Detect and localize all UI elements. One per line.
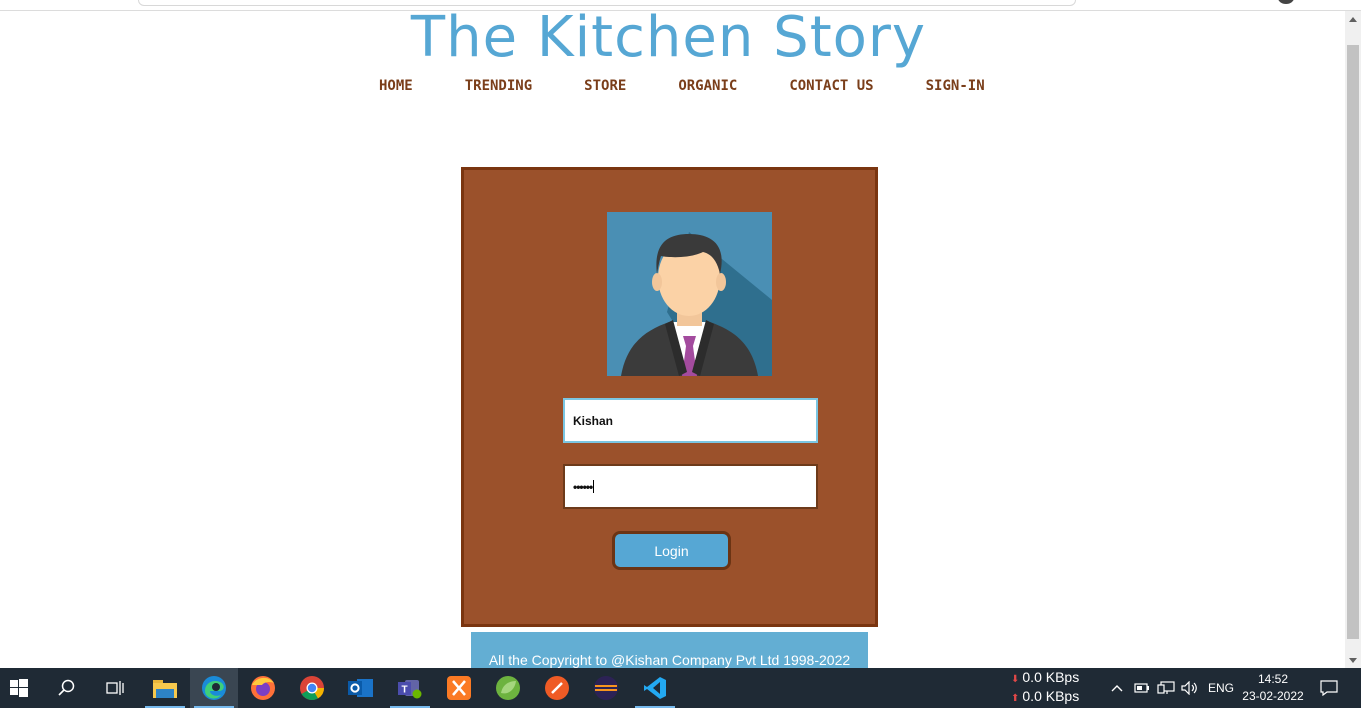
notifications-icon[interactable] bbox=[1320, 668, 1338, 708]
login-form: Kishan •••••• Login bbox=[461, 167, 878, 627]
chrome-icon[interactable] bbox=[288, 668, 336, 708]
network-icon[interactable] bbox=[1157, 668, 1175, 708]
net-down-value: 0.0 KBps bbox=[1022, 669, 1080, 685]
nav-sign-in[interactable]: SIGN-IN bbox=[926, 78, 985, 94]
system-clock[interactable]: 14:52 23-02-2022 bbox=[1240, 671, 1306, 705]
vscode-icon[interactable] bbox=[631, 668, 679, 708]
spring-tool-icon[interactable] bbox=[484, 668, 532, 708]
postman-icon[interactable] bbox=[533, 668, 581, 708]
main-nav: HOME TRENDING STORE ORGANIC CONTACT US S… bbox=[379, 78, 985, 94]
user-avatar-icon bbox=[607, 212, 772, 376]
login-button[interactable]: Login bbox=[612, 531, 731, 570]
scroll-down-icon[interactable] bbox=[1349, 658, 1357, 663]
show-hidden-icons-icon[interactable] bbox=[1110, 668, 1124, 708]
nav-trending[interactable]: TRENDING bbox=[465, 78, 532, 94]
start-icon[interactable] bbox=[0, 668, 43, 708]
eclipse-icon[interactable] bbox=[582, 668, 630, 708]
language-indicator[interactable]: ENG bbox=[1208, 668, 1234, 708]
page-scrollbar[interactable] bbox=[1345, 11, 1361, 668]
profile-avatar-icon[interactable] bbox=[1278, 0, 1294, 4]
nav-contact-us[interactable]: CONTACT US bbox=[789, 78, 873, 94]
outlook-icon[interactable] bbox=[337, 668, 385, 708]
net-up-value: 0.0 KBps bbox=[1022, 688, 1080, 704]
scrollbar-thumb[interactable] bbox=[1347, 45, 1359, 639]
file-explorer-icon[interactable] bbox=[141, 668, 189, 708]
text-cursor bbox=[593, 480, 595, 493]
teams-icon[interactable]: T bbox=[386, 668, 434, 708]
firefox-icon[interactable] bbox=[239, 668, 287, 708]
battery-icon[interactable] bbox=[1134, 668, 1150, 708]
network-speed: ⬇ 0.0 KBps ⬆ 0.0 KBps bbox=[1011, 669, 1079, 707]
upload-arrow-icon: ⬆ bbox=[1011, 693, 1020, 704]
task-view-icon[interactable] bbox=[91, 668, 139, 708]
volume-icon[interactable] bbox=[1181, 668, 1199, 708]
nav-store[interactable]: STORE bbox=[584, 78, 626, 94]
scroll-up-icon[interactable] bbox=[1349, 17, 1357, 22]
password-input[interactable]: •••••• bbox=[563, 464, 818, 509]
svg-text:T: T bbox=[401, 685, 407, 696]
clock-time: 14:52 bbox=[1257, 672, 1289, 686]
footer-copyright: All the Copyright to @Kishan Company Pvt… bbox=[471, 632, 868, 668]
clock-date: 23-02-2022 bbox=[1242, 689, 1304, 703]
browser-chrome-edge bbox=[0, 0, 1361, 11]
page-viewport: The Kitchen Story HOME TRENDING STORE OR… bbox=[0, 11, 1345, 668]
download-arrow-icon: ⬇ bbox=[1011, 674, 1020, 685]
site-title: The Kitchen Story bbox=[410, 11, 927, 70]
nav-home[interactable]: HOME bbox=[379, 78, 413, 94]
username-input[interactable]: Kishan bbox=[563, 398, 818, 443]
windows-taskbar: T ⬇ 0.0 KBps ⬆ 0.0 KBps ENG 14:52 23-02-20… bbox=[0, 668, 1361, 708]
address-bar[interactable] bbox=[138, 0, 1076, 6]
edge-icon[interactable] bbox=[190, 668, 238, 708]
nav-organic[interactable]: ORGANIC bbox=[678, 78, 737, 94]
password-value: •••••• bbox=[573, 479, 593, 494]
search-icon[interactable] bbox=[43, 668, 91, 708]
xampp-icon[interactable] bbox=[435, 668, 483, 708]
